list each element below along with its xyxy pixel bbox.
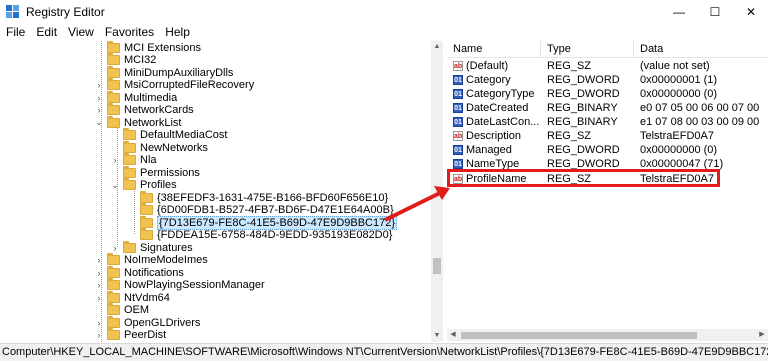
status-bar-path: Computer\HKEY_LOCAL_MACHINE\SOFTWARE\Mic… <box>0 343 768 361</box>
menu-favorites[interactable]: Favorites <box>99 24 154 40</box>
tree-item[interactable]: › NowPlayingSessionManager <box>94 278 265 292</box>
string-value-icon: ab <box>453 61 463 71</box>
list-horizontal-scrollbar[interactable]: ◀ ▶ <box>447 329 768 341</box>
column-header-data[interactable]: Data <box>634 41 768 57</box>
folder-icon <box>123 165 136 178</box>
expand-chevron-icon[interactable]: › <box>94 293 104 303</box>
folder-icon <box>107 315 120 328</box>
folder-icon <box>107 78 120 90</box>
folder-icon <box>107 65 120 78</box>
values-list[interactable]: Name Type Data ab (Default) REG_SZ (value… <box>447 41 768 342</box>
expand-chevron-icon[interactable]: › <box>94 268 104 278</box>
tree-item-selected[interactable]: {7D13E679-FE8C-41E5-B69D-47E9D9BBC172} <box>127 215 398 230</box>
folder-icon <box>107 278 120 290</box>
scroll-down-icon[interactable]: ▼ <box>431 330 443 342</box>
close-icon: ✕ <box>745 5 757 19</box>
binary-value-icon: 01 <box>453 89 463 99</box>
tree-item[interactable]: ⌄ NetworkList <box>94 115 181 129</box>
tree-item[interactable]: MiniDumpAuxiliaryDlls <box>94 65 233 79</box>
folder-icon <box>123 128 136 140</box>
tree-item[interactable]: › MsiCorruptedFileRecovery <box>94 78 254 92</box>
minimize-icon: — <box>673 5 685 19</box>
folder-icon <box>140 228 153 240</box>
tree-item[interactable]: › Nla <box>110 153 157 167</box>
scroll-left-icon[interactable]: ◀ <box>447 329 459 341</box>
folder-icon <box>107 303 120 315</box>
tree-item[interactable]: {FDDEA15E-6758-484D-9EDD-935193E082D0} <box>127 228 392 242</box>
registry-editor-icon <box>6 5 19 18</box>
scrollbar-thumb[interactable] <box>461 332 697 339</box>
folder-icon <box>107 90 120 103</box>
menu-edit[interactable]: Edit <box>30 24 57 40</box>
close-button[interactable]: ✕ <box>728 0 768 24</box>
scroll-right-icon[interactable]: ▶ <box>756 329 768 341</box>
expand-chevron-icon[interactable]: › <box>94 105 104 115</box>
value-row[interactable]: 01 Category REG_DWORD 0x00000001 (1) <box>447 73 768 87</box>
binary-value-icon: 01 <box>453 145 463 155</box>
expand-chevron-icon[interactable]: › <box>94 280 104 290</box>
maximize-icon: ☐ <box>709 5 721 19</box>
expand-chevron-icon[interactable]: › <box>94 93 104 103</box>
scrollbar-thumb[interactable] <box>433 258 441 274</box>
tree-item[interactable]: ⌄ Profiles <box>110 178 177 192</box>
title-bar: Registry Editor — ☐ ✕ <box>0 0 768 24</box>
list-header: Name Type Data <box>447 41 768 58</box>
collapse-chevron-icon[interactable]: ⌄ <box>110 180 120 191</box>
value-row[interactable]: 01 DateCreated REG_BINARY e0 07 05 00 06 … <box>447 101 768 115</box>
folder-icon <box>140 203 153 215</box>
menu-view[interactable]: View <box>62 24 94 40</box>
window-title: Registry Editor <box>26 5 105 19</box>
binary-value-icon: 01 <box>453 75 463 85</box>
folder-icon <box>123 153 136 165</box>
folder-icon <box>107 41 120 53</box>
value-row[interactable]: 01 Managed REG_DWORD 0x00000000 (0) <box>447 143 768 157</box>
folder-icon <box>140 190 153 203</box>
registry-tree[interactable]: MCI Extensions MCI32 MiniDumpAuxiliaryDl… <box>0 41 443 342</box>
menu-bar: File Edit View Favorites Help <box>0 24 768 40</box>
tree-item[interactable]: › NtVdm64 <box>94 290 170 304</box>
folder-icon <box>107 53 120 65</box>
expand-chevron-icon[interactable]: › <box>94 318 104 328</box>
expand-chevron-icon[interactable]: › <box>94 255 104 265</box>
menu-help[interactable]: Help <box>159 24 190 40</box>
expand-chevron-icon[interactable]: › <box>110 243 120 253</box>
folder-open-icon <box>107 115 120 128</box>
folder-icon <box>107 253 120 265</box>
expand-chevron-icon[interactable]: › <box>94 80 104 90</box>
tree-item[interactable]: {38EFEDF3-1631-475E-B166-BFD60F656E10} <box>127 190 388 204</box>
tree-item[interactable]: › NoImeModeImes <box>94 253 208 267</box>
folder-icon <box>123 240 136 253</box>
column-header-type[interactable]: Type <box>541 41 634 57</box>
binary-value-icon: 01 <box>453 117 463 127</box>
expand-chevron-icon[interactable]: › <box>110 155 120 165</box>
binary-value-icon: 01 <box>453 159 463 169</box>
collapse-chevron-icon[interactable]: ⌄ <box>94 117 104 128</box>
folder-icon <box>107 265 120 278</box>
tree-item[interactable]: › Signatures <box>110 240 193 254</box>
scroll-up-icon[interactable]: ▲ <box>431 41 443 53</box>
highlight-box <box>447 169 720 187</box>
folder-open-icon <box>123 178 136 190</box>
string-value-icon: ab <box>453 131 463 141</box>
folder-icon <box>107 103 120 115</box>
tree-item[interactable]: DefaultMediaCost <box>110 128 227 142</box>
tree-item[interactable]: › NetworkCards <box>94 103 194 117</box>
binary-value-icon: 01 <box>453 103 463 113</box>
folder-open-icon <box>140 215 153 228</box>
tree-item[interactable]: MCI32 <box>94 53 156 67</box>
tree-item[interactable]: › PeerDist <box>94 328 166 342</box>
value-row[interactable]: 01 CategoryType REG_DWORD 0x00000000 (0) <box>447 87 768 101</box>
folder-icon <box>123 140 136 153</box>
folder-icon <box>107 328 120 340</box>
annotation-arrow-icon <box>384 186 450 222</box>
value-row[interactable]: ab (Default) REG_SZ (value not set) <box>447 59 768 73</box>
tree-item[interactable]: › Multimedia <box>94 90 177 104</box>
expand-chevron-icon[interactable]: › <box>94 330 104 340</box>
menu-file[interactable]: File <box>0 24 25 40</box>
column-header-name[interactable]: Name <box>447 41 541 57</box>
tree-item[interactable]: OEM <box>94 303 149 317</box>
value-row[interactable]: 01 DateLastCon... REG_BINARY e1 07 08 00 … <box>447 115 768 129</box>
folder-icon <box>107 290 120 303</box>
value-row[interactable]: ab Description REG_SZ TelstraEFD0A7 <box>447 129 768 143</box>
